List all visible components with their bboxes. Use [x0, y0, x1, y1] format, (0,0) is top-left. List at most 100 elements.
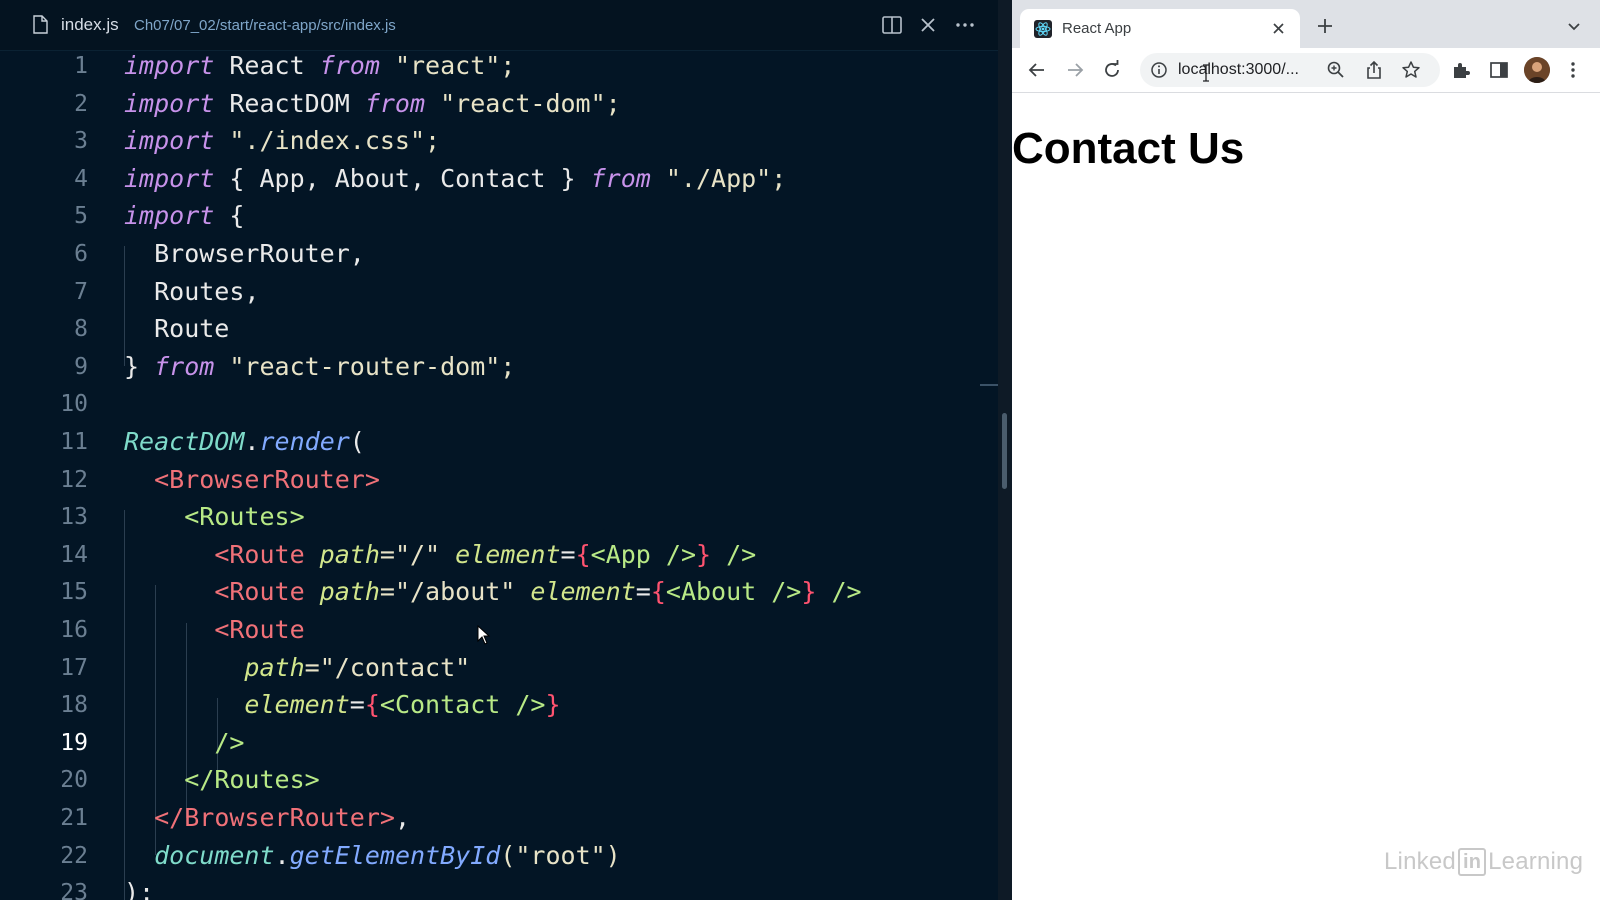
browser-tab[interactable]: React App: [1020, 9, 1300, 48]
code-token: from: [154, 351, 215, 381]
mouse-pointer-icon: [477, 625, 491, 645]
code-line[interactable]: 11 ReactDOM.render(: [0, 423, 980, 461]
line-number: 18: [60, 692, 88, 719]
code-line[interactable]: 2 import ReactDOM from "react-dom";: [0, 85, 980, 123]
code-text[interactable]: />: [124, 724, 244, 762]
code-text[interactable]: <Route path="/about" element={<About />}…: [124, 573, 861, 611]
code-line[interactable]: 7 Routes,: [0, 273, 980, 311]
code-text[interactable]: Route: [124, 310, 229, 348]
code-token: "react-router-dom";: [214, 351, 516, 381]
extensions-puzzle-icon[interactable]: [1450, 59, 1472, 81]
code-token: <Contact />: [379, 690, 546, 720]
chevron-down-icon[interactable]: [1566, 19, 1582, 35]
code-text[interactable]: document.getElementById("root"): [124, 837, 621, 875]
code-line[interactable]: 20 </Routes>: [0, 761, 980, 799]
code-text[interactable]: import {: [124, 197, 244, 235]
code-text[interactable]: import "./index.css";: [124, 122, 440, 160]
code-line[interactable]: 10: [0, 385, 980, 423]
zoom-icon[interactable]: [1326, 60, 1346, 80]
code-text[interactable]: </BrowserRouter>,: [124, 799, 410, 837]
code-line[interactable]: 6 BrowserRouter,: [0, 235, 980, 273]
code-text[interactable]: import { App, About, Contact } from "./A…: [124, 160, 786, 198]
split-editor-icon[interactable]: [880, 13, 904, 37]
code-token: {: [650, 577, 666, 607]
line-number: 21: [60, 805, 88, 831]
code-text[interactable]: Routes,: [124, 273, 259, 311]
watermark-text-right: Learning: [1488, 848, 1584, 875]
code-token: <Route: [214, 539, 320, 569]
new-tab-icon[interactable]: [1316, 17, 1334, 35]
line-number: 22: [60, 842, 88, 869]
line-number: 10: [60, 391, 88, 418]
code-token: path: [319, 577, 380, 607]
react-favicon-icon: [1034, 20, 1052, 38]
back-arrow-icon[interactable]: [1026, 59, 1048, 81]
code-line[interactable]: 5 import {: [0, 197, 980, 235]
code-line[interactable]: 21 </BrowserRouter>,: [0, 799, 980, 837]
code-token: .: [274, 840, 290, 870]
code-line[interactable]: 19 />: [0, 724, 980, 762]
code-text[interactable]: path="/contact": [124, 649, 470, 687]
code-token: </BrowserRouter>: [154, 803, 395, 832]
profile-avatar[interactable]: [1524, 57, 1550, 83]
code-text[interactable]: BrowserRouter,: [124, 235, 365, 273]
code-area[interactable]: 1 import React from "react"; 2 import React…: [0, 48, 998, 900]
watermark-text-left: Linked: [1384, 848, 1456, 875]
forward-arrow-icon[interactable]: [1064, 59, 1086, 81]
code-text[interactable]: <Routes>: [124, 498, 304, 536]
code-token: {: [575, 539, 591, 569]
code-text[interactable]: element={<Contact />}: [124, 686, 560, 724]
editor-tab-filename[interactable]: index.js: [61, 15, 119, 35]
code-token: from: [319, 51, 380, 80]
code-editor[interactable]: index.js Ch07/07_02/start/react-app/src/…: [0, 0, 998, 900]
code-text[interactable]: } from "react-router-dom";: [124, 348, 515, 386]
address-bar-url[interactable]: localhost:3000/...: [1178, 61, 1299, 79]
browser-menu-icon[interactable]: [1562, 59, 1584, 81]
code-token: getElementById: [289, 840, 501, 870]
reload-icon[interactable]: [1101, 59, 1123, 81]
code-text[interactable]: ReactDOM.render(: [124, 423, 365, 461]
code-line[interactable]: 14 <Route path="/" element={<App />} />: [0, 536, 980, 574]
code-text[interactable]: import ReactDOM from "react-dom";: [124, 85, 621, 123]
info-icon[interactable]: [1150, 61, 1168, 79]
editor-scrollbar-thumb[interactable]: [1002, 413, 1007, 489]
code-token: <Route: [214, 577, 320, 607]
scroll-position-marker: [980, 384, 998, 386]
address-bar[interactable]: localhost:3000/...: [1140, 53, 1440, 87]
code-line[interactable]: 4 import { App, About, Contact } from "./…: [0, 160, 980, 198]
code-line[interactable]: 17 path="/contact": [0, 649, 980, 687]
code-line[interactable]: 12 <BrowserRouter>: [0, 461, 980, 499]
code-line[interactable]: 9} from "react-router-dom";: [0, 348, 980, 386]
code-line[interactable]: 13 <Routes>: [0, 498, 980, 536]
code-token: ,: [394, 803, 410, 832]
share-icon[interactable]: [1364, 60, 1384, 80]
close-tab-icon[interactable]: [1270, 20, 1287, 37]
code-line[interactable]: 15 <Route path="/about" element={<About …: [0, 573, 980, 611]
code-text[interactable]: </Routes>: [124, 761, 319, 799]
side-panel-icon[interactable]: [1488, 59, 1510, 81]
code-text[interactable]: <BrowserRouter>: [124, 461, 380, 499]
text-cursor-icon: [1203, 64, 1209, 82]
code-line[interactable]: 3 import "./index.css";: [0, 122, 980, 160]
code-line[interactable]: 1 import React from "react";: [0, 47, 980, 85]
code-token: render: [259, 427, 350, 456]
code-text[interactable]: <Route: [124, 611, 304, 649]
code-text[interactable]: import React from "react";: [124, 47, 515, 85]
code-token: element: [530, 577, 636, 607]
code-token: =: [349, 690, 365, 720]
code-line[interactable]: 22 document.getElementById("root"): [0, 837, 980, 875]
code-text[interactable]: <Route path="/" element={<App />} />: [124, 536, 756, 574]
line-number: 17: [60, 654, 88, 681]
code-token: BrowserRouter,: [124, 239, 365, 268]
code-text[interactable]: );: [124, 874, 154, 900]
code-token: import: [124, 88, 215, 118]
bookmark-star-icon[interactable]: [1401, 60, 1421, 80]
close-icon[interactable]: [916, 13, 940, 37]
code-line[interactable]: 8 Route: [0, 310, 980, 348]
more-actions-icon[interactable]: [953, 13, 977, 37]
code-line[interactable]: 18 element={<Contact />}: [0, 686, 980, 724]
code-line[interactable]: 23);: [0, 874, 980, 900]
code-token: { App, About, Contact }: [214, 163, 591, 193]
